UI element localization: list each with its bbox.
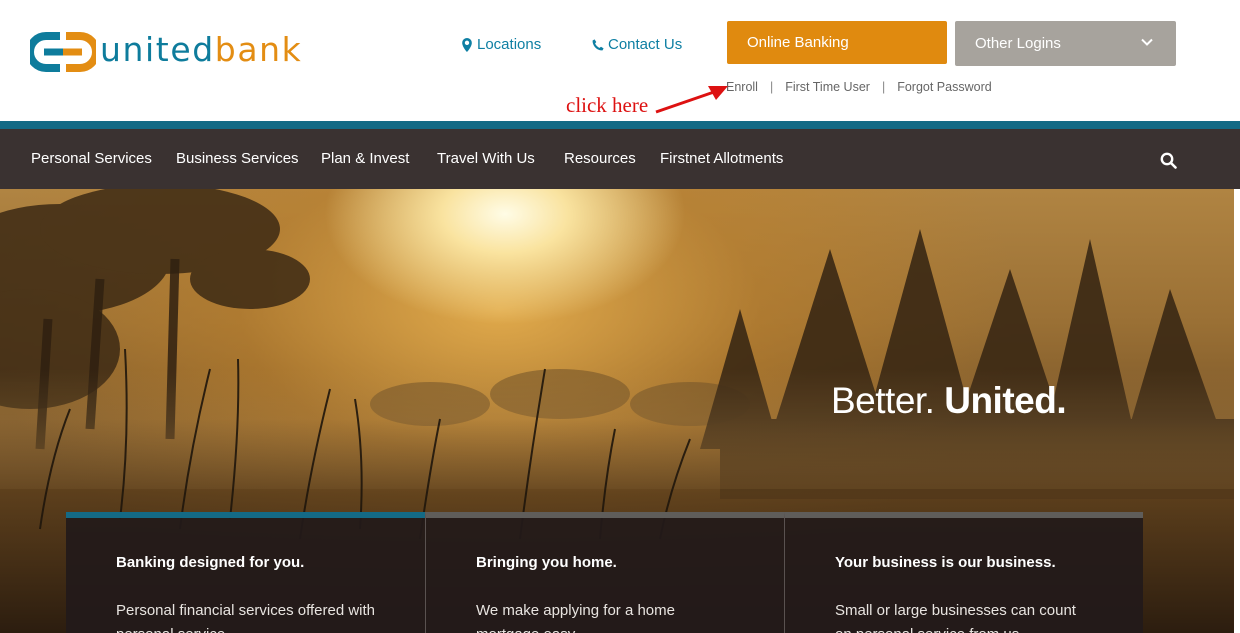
site-header: unitedbank Locations Contact Us Online B… <box>0 0 1240 121</box>
scrollbar-edge <box>1234 189 1240 633</box>
chevron-down-icon <box>1141 38 1153 46</box>
logo-mark-icon <box>30 32 96 72</box>
sublink-separator: | <box>769 80 774 94</box>
enroll-link[interactable]: Enroll <box>726 80 758 94</box>
feature-card-personal[interactable]: Banking designed for you. Personal finan… <box>66 512 425 633</box>
sublink-separator: | <box>881 80 886 94</box>
contact-link[interactable]: Contact Us <box>592 36 682 53</box>
hero-tagline: Better. United. <box>831 380 1067 422</box>
tagline-better: Better. <box>831 380 935 421</box>
feature-cards: Banking designed for you. Personal finan… <box>66 512 1143 633</box>
online-banking-button[interactable]: Online Banking <box>727 21 947 64</box>
search-icon[interactable] <box>1160 152 1177 169</box>
locations-label: Locations <box>477 36 542 53</box>
feature-card-home[interactable]: Bringing you home. We make applying for … <box>425 512 784 633</box>
card-body: Small or large businesses can count on p… <box>835 602 1076 633</box>
card-title: Bringing you home. <box>476 554 617 571</box>
brand-logo[interactable]: unitedbank <box>30 28 302 76</box>
card-title: Banking designed for you. <box>116 554 305 571</box>
card-title: Your business is our business. <box>835 554 1056 571</box>
feature-card-business[interactable]: Your business is our business. Small or … <box>784 512 1143 633</box>
nav-plan-invest[interactable]: Plan & Invest <box>321 150 409 167</box>
forgot-password-link[interactable]: Forgot Password <box>897 80 991 94</box>
card-body: We make applying for a home mortgage eas… <box>476 602 675 633</box>
first-time-user-link[interactable]: First Time User <box>785 80 870 94</box>
brand-united: united <box>100 29 215 69</box>
login-sublinks: Enroll | First Time User | Forgot Passwo… <box>726 80 992 94</box>
other-logins-label: Other Logins <box>975 35 1061 52</box>
card-body: Personal financial services offered with… <box>116 602 376 633</box>
header-accent-bar <box>0 121 1240 129</box>
locations-link[interactable]: Locations <box>461 36 541 53</box>
phone-icon <box>592 38 604 50</box>
red-arrow-icon <box>655 86 728 114</box>
nav-firstnet-allotments[interactable]: Firstnet Allotments <box>660 150 783 167</box>
brand-wordmark: unitedbank <box>100 30 302 69</box>
main-nav: Personal Services Business Services Plan… <box>0 129 1240 189</box>
nav-personal-services[interactable]: Personal Services <box>31 150 152 167</box>
map-pin-icon <box>462 37 472 52</box>
nav-resources[interactable]: Resources <box>564 150 636 167</box>
contact-label: Contact Us <box>608 36 683 53</box>
nav-travel-with-us[interactable]: Travel With Us <box>437 150 535 167</box>
brand-bank: bank <box>214 29 303 69</box>
click-here-annotation: click here <box>566 93 649 117</box>
tagline-united: United. <box>944 380 1067 421</box>
nav-business-services[interactable]: Business Services <box>176 150 299 167</box>
other-logins-button[interactable]: Other Logins <box>955 21 1176 66</box>
